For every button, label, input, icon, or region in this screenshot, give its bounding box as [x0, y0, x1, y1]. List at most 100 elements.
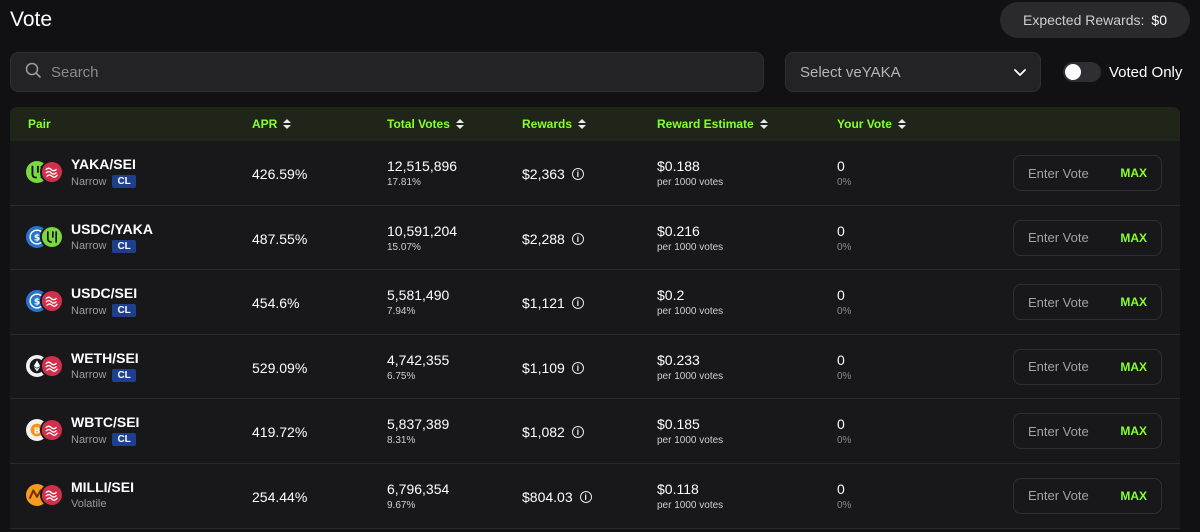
- rewards-cell: $2,363 i: [522, 166, 584, 182]
- pair-token-icons: [26, 353, 64, 378]
- vote-input-box: MAX: [1013, 477, 1162, 514]
- search-box[interactable]: [10, 52, 764, 92]
- total-votes-cell: 10,591,204 15.07%: [387, 223, 457, 253]
- column-header-apr[interactable]: APR: [252, 117, 292, 131]
- expected-rewards-value: $0: [1151, 12, 1167, 28]
- pool-type-label: Narrow: [71, 175, 107, 188]
- your-vote-value: 0: [837, 351, 845, 368]
- total-votes-value: 6,796,354: [387, 480, 450, 497]
- cl-badge: CL: [112, 304, 136, 318]
- reward-estimate-value: $0.2: [657, 287, 685, 304]
- info-icon[interactable]: i: [571, 361, 584, 374]
- rewards-value: $2,288: [522, 230, 565, 247]
- vote-input-box: MAX: [1013, 348, 1162, 385]
- your-vote-percent: 0%: [837, 177, 852, 188]
- total-votes-cell: 5,581,490 7.94%: [387, 287, 449, 317]
- pair-name: WETH/SEI: [71, 349, 139, 366]
- pair-name: YAKA/SEI: [71, 156, 136, 172]
- total-votes-percent: 17.81%: [387, 177, 421, 188]
- max-button[interactable]: MAX: [1120, 360, 1147, 374]
- rewards-value: $1,082: [522, 424, 565, 441]
- rewards-cell: $804.03 i: [522, 489, 592, 505]
- sei-token-icon: [40, 482, 64, 507]
- apr-value: 254.44%: [252, 488, 308, 505]
- sort-icon: [578, 119, 587, 129]
- reward-estimate-cell: $0.2 per 1000 votes: [657, 287, 723, 317]
- apr-value: 419.72%: [252, 424, 308, 441]
- info-icon[interactable]: i: [571, 168, 584, 180]
- search-input[interactable]: [51, 63, 731, 81]
- total-votes-cell: 6,796,354 9.67%: [387, 481, 449, 511]
- reward-estimate-value: $0.188: [657, 158, 700, 174]
- vote-amount-input[interactable]: [1028, 488, 1108, 504]
- column-header-rewards[interactable]: Rewards: [522, 117, 587, 131]
- reward-estimate-unit: per 1000 votes: [657, 177, 724, 188]
- search-icon: [25, 62, 41, 83]
- info-icon[interactable]: i: [571, 426, 584, 439]
- pair-type: Narrow CL: [71, 433, 136, 447]
- cl-badge: CL: [112, 239, 136, 253]
- column-header-reward-estimate[interactable]: Reward Estimate: [657, 117, 768, 131]
- expected-rewards-pill: Expected Rewards: $0: [1000, 2, 1190, 38]
- vote-page: Vote Expected Rewards: $0 Select veYAKA …: [0, 0, 1200, 532]
- cl-badge: CL: [112, 175, 136, 188]
- table-row: $ USDC/SEI Narrow CL 454.6% 5,581,490 7.94% $1,…: [10, 270, 1180, 335]
- max-button[interactable]: MAX: [1120, 295, 1147, 309]
- apr-value: 529.09%: [252, 359, 308, 376]
- chevron-down-icon: [1014, 64, 1026, 81]
- info-icon[interactable]: i: [579, 490, 592, 503]
- sort-icon: [897, 119, 906, 129]
- total-votes-value: 4,742,355: [387, 351, 450, 368]
- total-votes-percent: 7.94%: [387, 306, 416, 318]
- vote-amount-input[interactable]: [1028, 294, 1108, 310]
- voted-only-toggle[interactable]: [1063, 62, 1101, 82]
- max-button[interactable]: MAX: [1120, 424, 1147, 438]
- reward-estimate-unit: per 1000 votes: [657, 499, 724, 511]
- reward-estimate-value: $0.185: [657, 416, 700, 433]
- total-votes-cell: 4,742,355 6.75%: [387, 352, 449, 382]
- your-vote-cell: 0 0%: [837, 287, 851, 317]
- cl-badge: CL: [112, 433, 136, 447]
- pair-type: Narrow CL: [71, 304, 136, 318]
- pair-type: Narrow CL: [71, 239, 136, 253]
- your-vote-value: 0: [837, 416, 845, 433]
- column-header-your-vote[interactable]: Your Vote: [837, 117, 906, 131]
- vote-amount-input[interactable]: [1028, 359, 1108, 375]
- column-header-total-votes[interactable]: Total Votes: [387, 117, 464, 131]
- rewards-value: $1,109: [522, 359, 565, 376]
- max-button[interactable]: MAX: [1120, 489, 1147, 503]
- expected-rewards-label: Expected Rewards:: [1023, 12, 1145, 28]
- max-button[interactable]: MAX: [1120, 231, 1147, 245]
- total-votes-cell: 12,515,896 17.81%: [387, 158, 457, 188]
- reward-estimate-unit: per 1000 votes: [657, 370, 724, 382]
- apr-value: 487.55%: [252, 230, 308, 247]
- max-button[interactable]: MAX: [1120, 166, 1147, 180]
- your-vote-value: 0: [837, 222, 845, 239]
- rewards-value: $2,363: [522, 166, 565, 182]
- total-votes-value: 5,581,490: [387, 287, 450, 304]
- total-votes-percent: 6.75%: [387, 370, 416, 382]
- info-icon[interactable]: i: [571, 232, 584, 245]
- reward-estimate-value: $0.118: [657, 480, 699, 497]
- column-label: Rewards: [522, 117, 573, 131]
- total-votes-value: 12,515,896: [387, 158, 458, 174]
- info-icon[interactable]: i: [571, 297, 584, 310]
- vote-input-box: MAX: [1013, 284, 1162, 321]
- table-header: Pair APR Total Votes Rewards Reward Esti…: [10, 107, 1180, 141]
- page-title: Vote: [10, 8, 53, 31]
- reward-estimate-cell: $0.233 per 1000 votes: [657, 352, 723, 382]
- voted-only-label: Voted Only: [1109, 63, 1183, 81]
- reward-estimate-cell: $0.188 per 1000 votes: [657, 158, 723, 188]
- your-vote-value: 0: [837, 480, 845, 497]
- your-vote-cell: 0 0%: [837, 223, 851, 253]
- vote-amount-input[interactable]: [1028, 423, 1108, 439]
- rewards-cell: $1,109 i: [522, 360, 584, 376]
- vote-amount-input[interactable]: [1028, 165, 1108, 181]
- yaka-token-icon: [40, 224, 64, 249]
- your-vote-percent: 0%: [837, 370, 852, 382]
- sort-icon: [283, 119, 292, 129]
- your-vote-percent: 0%: [837, 499, 852, 511]
- veyaka-select[interactable]: Select veYAKA: [785, 52, 1041, 92]
- reward-estimate-unit: per 1000 votes: [657, 435, 724, 447]
- vote-amount-input[interactable]: [1028, 230, 1108, 246]
